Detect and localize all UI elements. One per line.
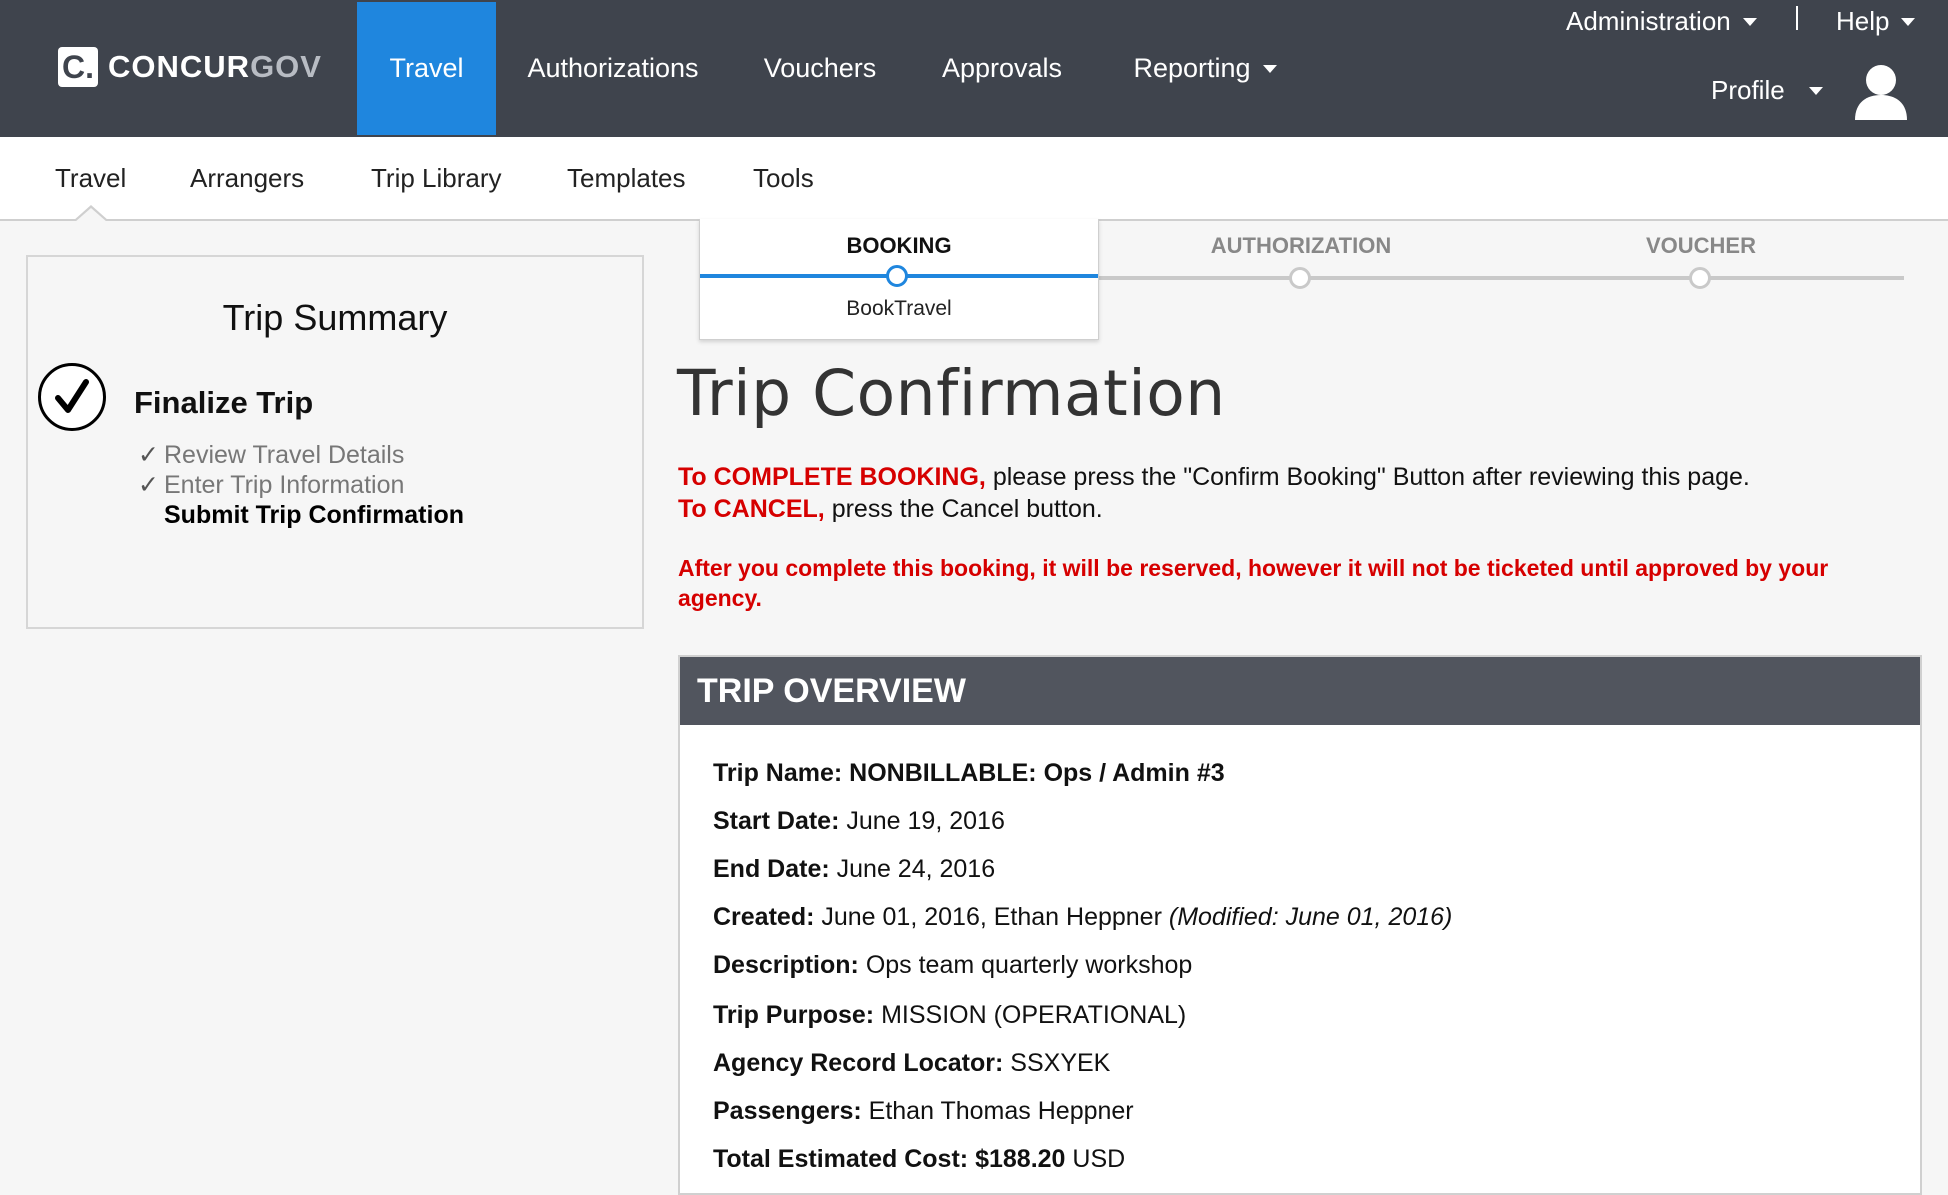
- subnav-trip-library-label: Trip Library: [371, 162, 502, 193]
- description-value: Ops team quarterly workshop: [865, 951, 1193, 979]
- help-menu[interactable]: Help: [1836, 6, 1916, 37]
- record-locator-label: Agency Record Locator:: [713, 1049, 1004, 1077]
- main-nav-authorizations[interactable]: Authorizations: [518, 0, 708, 137]
- field-trip-name: Trip Name: NONBILLABLE: Ops / Admin #3: [713, 759, 1225, 788]
- field-record-locator: Agency Record Locator: SSXYEK: [713, 1049, 1110, 1078]
- complete-booking-text: please press the "Confirm Booking" Butto…: [985, 463, 1750, 491]
- description-label: Description:: [713, 951, 859, 979]
- profile-menu[interactable]: Profile: [1711, 75, 1823, 106]
- trip-overview-header: TRIP OVERVIEW: [680, 657, 1920, 725]
- chevron-down-icon: [1742, 17, 1757, 26]
- main-nav-travel-label: Travel: [389, 53, 464, 83]
- subnav-travel-label: Travel: [55, 162, 127, 193]
- end-date-value: June 24, 2016: [836, 855, 996, 883]
- checkmark-circle-icon: [38, 363, 106, 431]
- brand-name-part2: GOV: [250, 49, 322, 84]
- trip-summary-title: Trip Summary: [222, 297, 448, 338]
- main-nav-authorizations-label: Authorizations: [527, 53, 699, 83]
- field-trip-purpose: Trip Purpose: MISSION (OPERATIONAL): [713, 1001, 1186, 1030]
- subnav-arrangers[interactable]: Arrangers: [190, 137, 304, 219]
- field-passengers: Passengers: Ethan Thomas Heppner: [713, 1097, 1134, 1126]
- field-end-date: End Date: June 24, 2016: [713, 855, 995, 884]
- main-nav-travel[interactable]: Travel: [357, 2, 496, 135]
- field-start-date: Start Date: June 19, 2016: [713, 807, 1005, 836]
- complete-booking-emphasis: To COMPLETE BOOKING,: [678, 463, 986, 491]
- created-value: June 01, 2016, Ethan Heppner: [821, 903, 1162, 931]
- trip-name-label: Trip Name:: [713, 759, 843, 787]
- main-nav-approvals[interactable]: Approvals: [935, 0, 1069, 137]
- end-date-label: End Date:: [713, 855, 830, 883]
- administration-menu[interactable]: Administration: [1566, 6, 1757, 37]
- sub-nav: Travel Arrangers Trip Library Templates …: [0, 137, 1948, 221]
- main-nav-vouchers-label: Vouchers: [763, 53, 877, 83]
- subnav-trip-library[interactable]: Trip Library: [371, 137, 502, 219]
- help-label: Help: [1836, 6, 1890, 36]
- summary-step-submit-label: Submit Trip Confirmation: [164, 501, 464, 529]
- brand-name: CONCURGOV: [108, 49, 322, 85]
- stage-booking-dot: [886, 265, 908, 287]
- profile-label: Profile: [1711, 75, 1785, 105]
- stage-authorization-label: AUTHORIZATION: [1210, 233, 1392, 258]
- total-cost-amount: $188.20: [975, 1145, 1066, 1173]
- progress-track: [1098, 276, 1904, 280]
- main-nav-vouchers[interactable]: Vouchers: [755, 0, 885, 137]
- progress-stage-booking: BOOKING BookTravel: [699, 219, 1099, 340]
- ticketing-warning: After you complete this booking, it will…: [678, 555, 1829, 611]
- field-created: Created: June 01, 2016, Ethan Heppner (M…: [713, 903, 1452, 932]
- concur-logo-mark: C.: [58, 47, 98, 87]
- start-date-value: June 19, 2016: [846, 807, 1005, 835]
- user-silhouette-icon[interactable]: [1853, 62, 1909, 122]
- complete-booking-instruction: To COMPLETE BOOKING, please press the "C…: [678, 463, 1750, 492]
- chevron-down-icon: [1808, 86, 1823, 95]
- field-total-cost: Total Estimated Cost: $188.20 USD: [713, 1145, 1125, 1174]
- start-date-label: Start Date:: [713, 807, 840, 835]
- summary-step-submit: Submit Trip Confirmation: [164, 501, 464, 530]
- trip-summary-panel: Trip Summary Finalize Trip ✓ Review Trave…: [26, 255, 644, 629]
- concurgov-logo[interactable]: C. CONCURGOV: [58, 46, 322, 88]
- administration-label: Administration: [1566, 6, 1731, 36]
- main-nav-reporting[interactable]: Reporting: [1125, 0, 1285, 137]
- passengers-value: Ethan Thomas Heppner: [868, 1097, 1134, 1125]
- brand-name-part1: CONCUR: [108, 49, 251, 84]
- chevron-down-icon: [1262, 64, 1277, 73]
- summary-step-review-label: Review Travel Details: [164, 441, 405, 469]
- main-nav-reporting-label: Reporting: [1133, 53, 1251, 83]
- checkmark-icon: ✓: [138, 471, 159, 499]
- trip-purpose-label: Trip Purpose:: [713, 1001, 875, 1029]
- subnav-tools[interactable]: Tools: [753, 137, 814, 219]
- utility-divider: [1796, 6, 1798, 30]
- trip-overview-panel: TRIP OVERVIEW Trip Name: NONBILLABLE: Op…: [678, 655, 1922, 1195]
- checkmark-icon: ✓: [138, 441, 159, 469]
- trip-name-value: NONBILLABLE: Ops / Admin #3: [849, 759, 1225, 787]
- subnav-arrangers-label: Arrangers: [190, 162, 305, 193]
- stage-authorization-dot: [1289, 267, 1311, 289]
- summary-step-enter-info-label: Enter Trip Information: [164, 471, 405, 499]
- cancel-text: press the Cancel button.: [824, 495, 1103, 523]
- subnav-templates-label: Templates: [567, 162, 686, 193]
- stage-booking-sublabel: BookTravel: [846, 297, 952, 320]
- chevron-down-icon: [1901, 17, 1916, 26]
- stage-voucher-label: VOUCHER: [1645, 233, 1756, 258]
- summary-step-review: ✓ Review Travel Details: [138, 440, 404, 470]
- summary-step-enter-info: ✓ Enter Trip Information: [138, 470, 404, 500]
- total-cost-currency: USD: [1072, 1145, 1126, 1173]
- modified-value: (Modified: June 01, 2016): [1168, 903, 1453, 931]
- page-title: Trip Confirmation: [677, 357, 1226, 430]
- active-subnav-indicator: [73, 205, 109, 222]
- stage-voucher-dot: [1689, 267, 1711, 289]
- field-description: Description: Ops team quarterly workshop: [713, 951, 1192, 980]
- created-label: Created:: [713, 903, 815, 931]
- cancel-emphasis: To CANCEL,: [678, 495, 825, 523]
- total-cost-label: Total Estimated Cost:: [713, 1145, 969, 1173]
- trip-purpose-value: MISSION (OPERATIONAL): [881, 1001, 1187, 1029]
- record-locator-value: SSXYEK: [1010, 1049, 1111, 1077]
- top-navbar: C. CONCURGOV Travel Authorizations Vouch…: [0, 0, 1948, 137]
- summary-stage-title: Finalize Trip: [134, 385, 314, 420]
- stage-booking-label: BOOKING: [846, 233, 952, 258]
- cancel-instruction: To CANCEL, press the Cancel button.: [678, 495, 1103, 524]
- main-nav-approvals-label: Approvals: [941, 53, 1063, 83]
- subnav-templates[interactable]: Templates: [567, 137, 686, 219]
- passengers-label: Passengers:: [713, 1097, 862, 1125]
- subnav-tools-label: Tools: [753, 162, 814, 193]
